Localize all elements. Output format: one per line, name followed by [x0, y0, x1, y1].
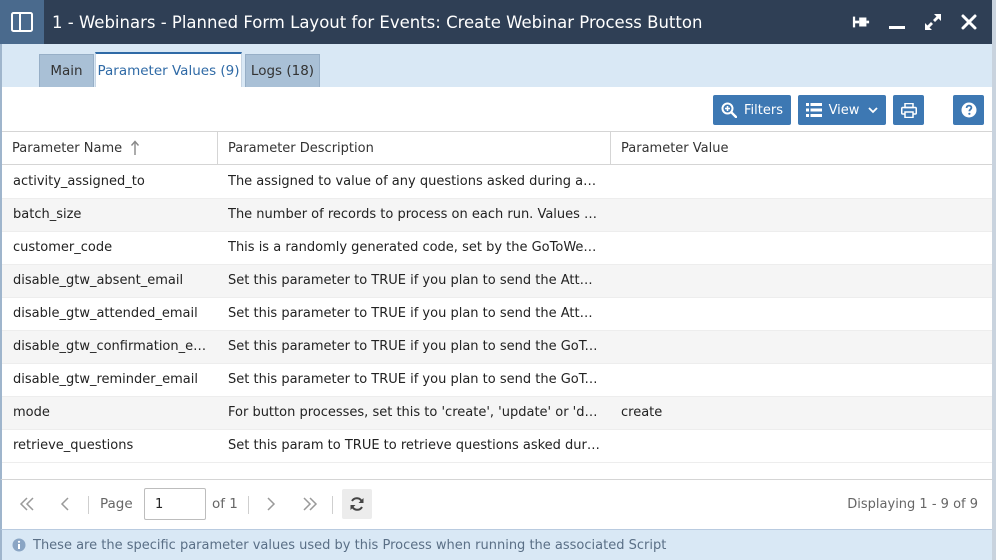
- search-plus-icon: [721, 102, 738, 118]
- chevron-right-icon: [267, 497, 276, 511]
- parameter-value-cell: [621, 232, 981, 264]
- filters-button[interactable]: Filters: [713, 95, 791, 125]
- grid-header: Parameter Name Parameter Description Par…: [2, 131, 992, 165]
- page-count-label: of 1: [212, 496, 238, 512]
- parameter-name-cell: batch_size: [13, 207, 82, 222]
- parameter-description-cell: Set this parameter to TRUE if you plan t…: [228, 273, 600, 288]
- column-header-label: Parameter Description: [228, 140, 374, 156]
- parameter-name-cell: activity_assigned_to: [13, 174, 145, 189]
- parameter-description-cell: Set this parameter to TRUE if you plan t…: [228, 372, 600, 387]
- column-header-parameter-description[interactable]: Parameter Description: [218, 132, 611, 164]
- parameter-description-cell: For button processes, set this to 'creat…: [228, 405, 600, 420]
- parameter-value-cell: [621, 199, 981, 231]
- minimize-button[interactable]: [888, 13, 906, 31]
- print-button[interactable]: [893, 95, 924, 125]
- parameter-name-cell: customer_code: [13, 240, 113, 255]
- parameter-name-cell: retrieve_questions: [13, 438, 134, 453]
- minimize-icon: [889, 26, 905, 29]
- info-icon: [12, 538, 26, 552]
- refresh-icon: [350, 497, 364, 511]
- parameter-description-cell: Set this parameter to TRUE if you plan t…: [228, 306, 600, 321]
- table-row[interactable]: retrieve_questions Set this param to TRU…: [2, 430, 992, 463]
- page-label: Page: [100, 496, 133, 512]
- table-row[interactable]: customer_code This is a randomly generat…: [2, 232, 992, 265]
- double-chevron-left-icon: [19, 497, 34, 511]
- view-button[interactable]: View: [798, 95, 886, 125]
- parameter-grid: Parameter Name Parameter Description Par…: [0, 131, 992, 479]
- table-row[interactable]: disable_gtw_attended_email Set this para…: [2, 298, 992, 331]
- panel-toggle-button[interactable]: [0, 0, 44, 44]
- table-row[interactable]: mode For button processes, set this to '…: [2, 397, 992, 430]
- parameter-name-cell: disable_gtw_reminder_email: [13, 372, 198, 387]
- maximize-button[interactable]: [924, 13, 942, 31]
- parameter-value-cell: [621, 331, 981, 363]
- window-edge: [992, 0, 996, 560]
- table-row[interactable]: disable_gtw_absent_email Set this parame…: [2, 265, 992, 298]
- tab-logs[interactable]: Logs (18): [245, 54, 320, 87]
- print-icon: [900, 102, 917, 118]
- table-row[interactable]: activity_assigned_to The assigned to val…: [2, 166, 992, 199]
- first-page-button[interactable]: [13, 490, 41, 518]
- pin-icon: [852, 16, 870, 28]
- double-chevron-right-icon: [303, 497, 318, 511]
- refresh-button[interactable]: [342, 489, 372, 519]
- table-row[interactable]: disable_gtw_confirmation_email Set this …: [2, 331, 992, 364]
- parameter-value-cell: [621, 265, 981, 297]
- close-icon: [961, 14, 977, 30]
- parameter-value-cell: [621, 430, 981, 462]
- column-header-parameter-value[interactable]: Parameter Value: [611, 132, 992, 164]
- parameter-description-cell: Set this parameter to TRUE if you plan t…: [228, 339, 600, 354]
- tab-bar: Main Parameter Values (9) Logs (18): [0, 44, 992, 87]
- display-info: Displaying 1 - 9 of 9: [847, 497, 978, 512]
- close-button[interactable]: [960, 13, 978, 31]
- window-title: 1 - Webinars - Planned Form Layout for E…: [52, 12, 703, 32]
- help-icon: [961, 102, 976, 118]
- sort-ascending-icon: [131, 140, 140, 155]
- chevron-down-icon: [868, 106, 879, 113]
- parameter-value-cell: [621, 364, 981, 396]
- pager-separator: [88, 496, 89, 514]
- page-number-input[interactable]: [144, 488, 206, 520]
- parameter-value-cell: create: [621, 405, 663, 420]
- table-row[interactable]: disable_gtw_reminder_email Set this para…: [2, 364, 992, 397]
- previous-page-button[interactable]: [51, 490, 79, 518]
- expand-icon: [925, 14, 941, 30]
- grid-rows: activity_assigned_to The assigned to val…: [2, 166, 992, 463]
- pager-separator: [248, 496, 249, 514]
- parameter-value-cell: [621, 166, 981, 198]
- split-panel-icon: [11, 12, 33, 32]
- column-header-label: Parameter Name: [12, 140, 123, 156]
- parameter-name-cell: disable_gtw_attended_email: [13, 306, 198, 321]
- tab-parameter-values[interactable]: Parameter Values (9): [95, 52, 242, 87]
- parameter-description-cell: This is a randomly generated code, set b…: [228, 240, 600, 255]
- grid-toolbar: Filters View: [0, 87, 992, 131]
- view-label: View: [828, 102, 860, 118]
- parameter-name-cell: disable_gtw_absent_email: [13, 273, 184, 288]
- parameter-description-cell: The assigned to value of any questions a…: [228, 174, 600, 189]
- filters-label: Filters: [744, 102, 783, 118]
- tab-main[interactable]: Main: [39, 54, 94, 87]
- parameter-name-cell: disable_gtw_confirmation_email: [13, 339, 218, 354]
- next-page-button[interactable]: [257, 490, 285, 518]
- chevron-left-icon: [60, 497, 69, 511]
- column-header-label: Parameter Value: [621, 140, 729, 156]
- paging-toolbar: Page of 1 Displaying 1 - 9 of 9: [0, 479, 992, 529]
- parameter-description-cell: The number of records to process on each…: [228, 207, 600, 222]
- window-titlebar: 1 - Webinars - Planned Form Layout for E…: [0, 0, 992, 44]
- list-icon: [805, 103, 822, 117]
- status-bar: These are the specific parameter values …: [0, 529, 992, 560]
- pin-button[interactable]: [852, 13, 870, 31]
- column-header-parameter-name[interactable]: Parameter Name: [2, 132, 218, 164]
- help-button[interactable]: [953, 95, 984, 125]
- parameter-value-cell: [621, 298, 981, 330]
- parameter-name-cell: mode: [13, 405, 50, 420]
- last-page-button[interactable]: [296, 490, 324, 518]
- parameter-description-cell: Set this param to TRUE to retrieve quest…: [228, 438, 600, 453]
- status-message: These are the specific parameter values …: [33, 537, 667, 553]
- pager-separator: [332, 496, 333, 514]
- table-row[interactable]: batch_size The number of records to proc…: [2, 199, 992, 232]
